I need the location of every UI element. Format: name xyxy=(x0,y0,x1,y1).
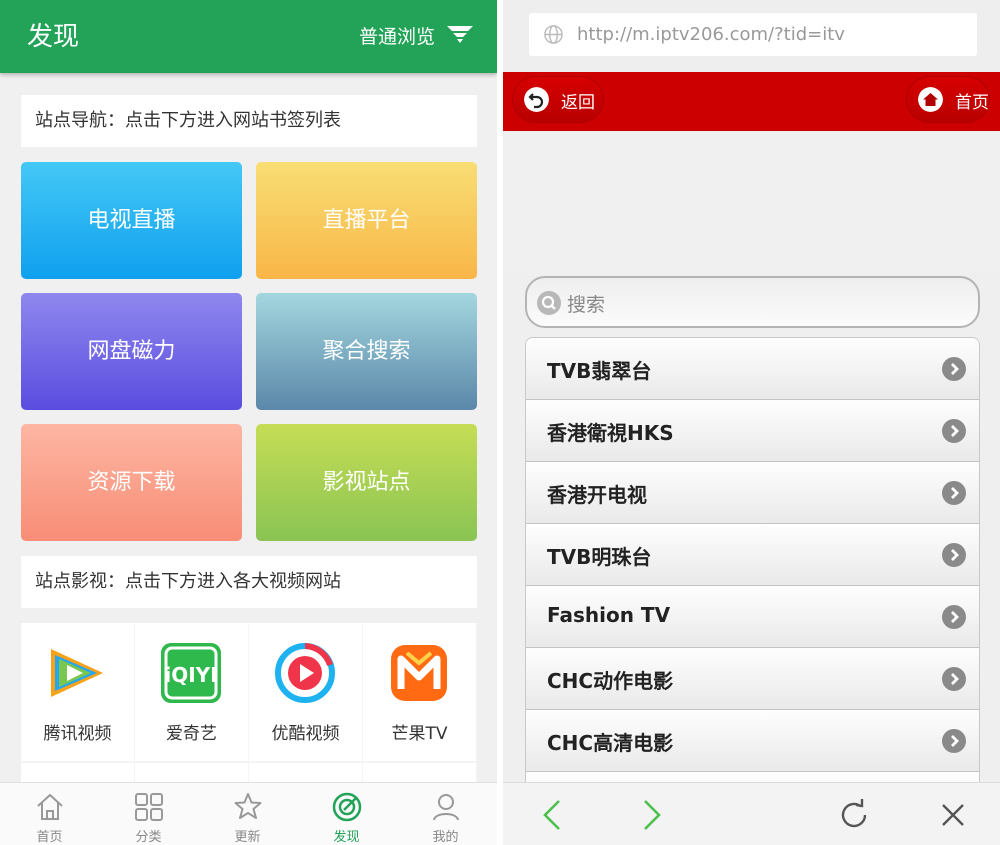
channel-name: CHC动作电影 xyxy=(547,669,674,693)
channel-item[interactable]: 香港衛視HKS xyxy=(526,400,979,462)
youku-logo xyxy=(275,643,335,703)
browser-nav-bar xyxy=(503,782,1000,845)
tab-label: 发现 xyxy=(333,830,360,845)
tab-label: 分类 xyxy=(135,830,162,845)
app-label: 芒果TV xyxy=(391,724,448,744)
home-label: 首页 xyxy=(955,93,989,113)
channel-name: 香港开电视 xyxy=(547,483,647,507)
address-bar-area: http://m.iptv206.com/?tid=itv xyxy=(503,0,1000,72)
app-mango-tv[interactable]: 芒果TV xyxy=(363,623,476,761)
home-icon xyxy=(918,87,943,112)
app-row2-cell xyxy=(135,763,248,783)
search-placeholder: 搜索 xyxy=(567,294,606,316)
channel-name: TVB明珠台 xyxy=(547,545,652,569)
back-icon xyxy=(524,87,549,112)
close-icon[interactable] xyxy=(933,795,973,835)
tab-label: 首页 xyxy=(36,830,63,845)
screen: 发现 普通浏览 站点导航：点击下方进入网站书签列表 电视直播 直播平台 网盘磁力… xyxy=(0,0,1000,845)
video-section-heading: 站点影视：点击下方进入各大视频网站 xyxy=(21,556,477,608)
tile-tv-live[interactable]: 电视直播 xyxy=(21,162,242,279)
tab-mine[interactable]: 我的 xyxy=(396,783,495,845)
channel-list: TVB翡翠台 香港衛視HKS 香港开电视 TVB明珠台 Fashion TV C… xyxy=(525,337,980,797)
tile-live-platform[interactable]: 直播平台 xyxy=(256,162,477,279)
channel-name: TVB翡翠台 xyxy=(547,359,652,383)
app-label: 腾讯视频 xyxy=(43,724,112,744)
discover-panel: 发现 普通浏览 站点导航：点击下方进入网站书签列表 电视直播 直播平台 网盘磁力… xyxy=(0,0,497,845)
iqiyi-logo: iQIYI xyxy=(161,643,221,703)
video-app-grid: 腾讯视频 iQIYI 爱奇艺 优酷视频 芒果TV xyxy=(21,623,477,783)
chevron-right-icon xyxy=(942,605,966,629)
chevron-right-icon xyxy=(942,357,966,381)
page-title: 发现 xyxy=(27,22,80,52)
tile-aggregate-search[interactable]: 聚合搜索 xyxy=(256,293,477,410)
grid-icon xyxy=(135,793,163,821)
app-row2-cell xyxy=(249,763,362,783)
user-icon xyxy=(433,794,459,821)
tab-label: 我的 xyxy=(432,830,459,845)
search-box[interactable]: 搜索 xyxy=(525,276,980,328)
channel-name: Fashion TV xyxy=(547,603,671,627)
app-label: 优酷视频 xyxy=(271,724,340,744)
chevron-right-icon xyxy=(942,543,966,567)
tab-home[interactable]: 首页 xyxy=(0,783,99,845)
home-icon xyxy=(37,793,63,820)
home-button[interactable]: 首页 xyxy=(907,77,989,122)
chevron-right-icon xyxy=(942,729,966,753)
tab-update[interactable]: 更新 xyxy=(198,783,297,845)
channel-item[interactable]: CHC动作电影 xyxy=(526,648,979,710)
app-row2-cell xyxy=(363,763,476,783)
tab-discover[interactable]: 发现 xyxy=(297,783,396,845)
star-icon xyxy=(234,793,262,819)
app-iqiyi[interactable]: iQIYI 爱奇艺 xyxy=(135,623,248,761)
globe-icon xyxy=(544,25,563,44)
tile-resource-download[interactable]: 资源下载 xyxy=(21,424,242,541)
back-arrow-icon[interactable] xyxy=(533,795,573,835)
wifi-filter-icon[interactable] xyxy=(447,26,473,44)
app-youku[interactable]: 优酷视频 xyxy=(249,623,362,761)
app-row2-cell xyxy=(21,763,134,783)
channel-item[interactable]: TVB明珠台 xyxy=(526,524,979,586)
chevron-right-icon xyxy=(942,667,966,691)
browse-mode-toggle[interactable]: 普通浏览 xyxy=(359,22,435,49)
channel-item[interactable]: CHC高清电影 xyxy=(526,710,979,772)
channel-item[interactable]: Fashion TV xyxy=(526,586,979,648)
back-label: 返回 xyxy=(561,93,595,113)
back-button[interactable]: 返回 xyxy=(513,77,603,122)
site-toolbar: 返回 首页 xyxy=(503,72,1000,131)
app-tencent-video[interactable]: 腾讯视频 xyxy=(21,623,134,761)
url-text: http://m.iptv206.com/?tid=itv xyxy=(577,24,845,45)
app-label: 爱奇艺 xyxy=(166,724,217,744)
mango-tv-logo xyxy=(391,645,447,701)
tile-netdisk-magnet[interactable]: 网盘磁力 xyxy=(21,293,242,410)
app-header: 发现 普通浏览 xyxy=(0,0,497,73)
channel-item[interactable]: TVB翡翠台 xyxy=(526,338,979,400)
address-bar[interactable]: http://m.iptv206.com/?tid=itv xyxy=(529,13,977,56)
chevron-right-icon xyxy=(942,419,966,443)
channel-name: CHC高清电影 xyxy=(547,731,674,755)
nav-section-heading: 站点导航：点击下方进入网站书签列表 xyxy=(21,95,477,147)
channel-item[interactable]: 香港开电视 xyxy=(526,462,979,524)
channel-name: 香港衛視HKS xyxy=(547,421,674,445)
svg-text:iQIYI: iQIYI xyxy=(164,663,217,687)
bottom-tabbar: 首页 分类 更新 发现 我的 xyxy=(0,782,497,845)
search-icon xyxy=(537,291,561,315)
target-icon xyxy=(332,792,362,822)
page-spacer xyxy=(503,131,1000,271)
tab-category[interactable]: 分类 xyxy=(99,783,198,845)
browser-panel: http://m.iptv206.com/?tid=itv 返回 首页 搜索 T… xyxy=(503,0,1000,845)
chevron-right-icon xyxy=(942,481,966,505)
tencent-video-logo xyxy=(51,649,103,697)
forward-arrow-icon[interactable] xyxy=(631,795,671,835)
tab-label: 更新 xyxy=(234,830,261,845)
tile-video-sites[interactable]: 影视站点 xyxy=(256,424,477,541)
refresh-icon[interactable] xyxy=(834,795,874,835)
